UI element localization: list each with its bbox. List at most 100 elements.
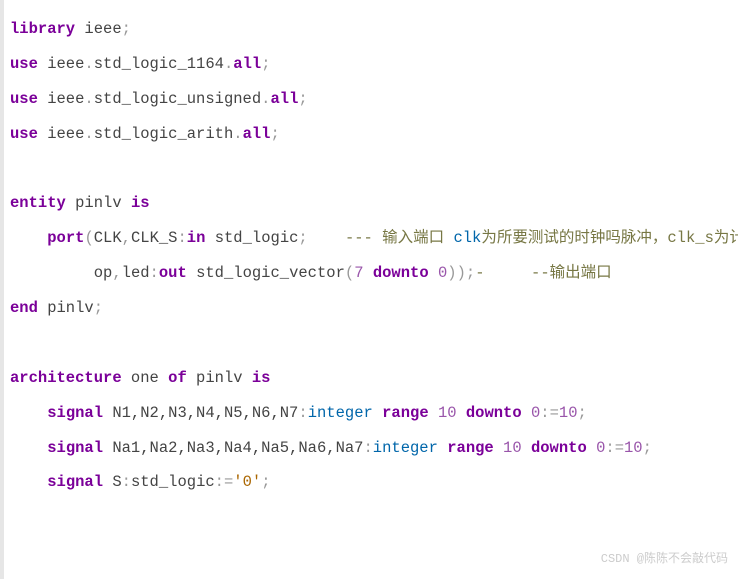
identifier: ieee (38, 55, 85, 73)
comment-ref: clk_s (667, 229, 714, 247)
keyword-all: all (243, 125, 271, 143)
blank-line (10, 152, 728, 187)
number: 0 (596, 439, 605, 457)
keyword-signal: signal (47, 439, 103, 457)
keyword-of: of (168, 369, 187, 387)
identifier: ieee (38, 125, 85, 143)
semicolon: ; (298, 229, 345, 247)
code-line: signal S:std_logic:='0'; (10, 465, 728, 500)
keyword-use: use (10, 125, 38, 143)
type: std_logic (131, 473, 215, 491)
keyword-in: in (187, 229, 206, 247)
dot: . (224, 55, 233, 73)
comment-text: 输出端口 (550, 264, 612, 282)
keyword-downto: downto (522, 439, 596, 457)
code-block: library ieee; use ieee.std_logic_1164.al… (10, 12, 728, 500)
colon: : (150, 264, 159, 282)
keyword-downto: downto (457, 404, 531, 422)
number: 0 (531, 404, 540, 422)
csdn-watermark: CSDN @陈陈不会敲代码 (601, 546, 728, 573)
identifier: std_logic_vector (187, 264, 345, 282)
dot: . (84, 125, 93, 143)
colon: : (177, 229, 186, 247)
dot: . (84, 55, 93, 73)
semicolon: ; (94, 299, 103, 317)
identifier: ieee (75, 20, 122, 38)
keyword-use: use (10, 55, 38, 73)
code-line: library ieee; (10, 12, 728, 47)
assign: := (540, 404, 559, 422)
number: 7 (354, 264, 363, 282)
code-line: op,led:out std_logic_vector(7 downto 0))… (10, 256, 728, 291)
identifier: std_logic_unsigned (94, 90, 261, 108)
semicolon: ; (261, 473, 270, 491)
code-line: use ieee.std_logic_unsigned.all; (10, 82, 728, 117)
indent (10, 264, 94, 282)
semicolon: ; (643, 439, 652, 457)
keyword-signal: signal (47, 404, 103, 422)
colon: : (122, 473, 131, 491)
code-line: use ieee.std_logic_arith.all; (10, 117, 728, 152)
identifier: CLK (94, 229, 122, 247)
keyword-range: range (373, 404, 438, 422)
identifier: one (122, 369, 169, 387)
semicolon: ; (466, 264, 475, 282)
comment-dash: - (475, 264, 484, 282)
keyword-is: is (131, 194, 150, 212)
code-line: architecture one of pinlv is (10, 361, 728, 396)
identifier: S (103, 473, 122, 491)
indent (10, 473, 47, 491)
comma: , (112, 264, 121, 282)
keyword-all: all (270, 90, 298, 108)
number: 10 (559, 404, 578, 422)
comment-dash: --- (345, 229, 373, 247)
colon: : (298, 404, 307, 422)
assign: := (215, 473, 234, 491)
semicolon: ; (578, 404, 587, 422)
code-line: use ieee.std_logic_1164.all; (10, 47, 728, 82)
identifier: pinlv (66, 194, 131, 212)
keyword-downto: downto (364, 264, 438, 282)
type: integer (373, 439, 438, 457)
comment-text: 输入端口 (373, 229, 454, 247)
comment-ref: clk (453, 229, 481, 247)
code-line: end pinlv; (10, 291, 728, 326)
identifier: Na1,Na2,Na3,Na4,Na5,Na6,Na7 (103, 439, 363, 457)
comment-dash: -- (531, 264, 550, 282)
number: 10 (503, 439, 522, 457)
keyword-is: is (252, 369, 271, 387)
semicolon: ; (261, 55, 270, 73)
semicolon: ; (298, 90, 307, 108)
number: 10 (624, 439, 643, 457)
indent (10, 439, 47, 457)
keyword-entity: entity (10, 194, 66, 212)
paren-close: )) (447, 264, 466, 282)
comment-text: 为计时时钟 (714, 229, 738, 247)
number: 0 (438, 264, 447, 282)
code-line: port(CLK,CLK_S:in std_logic; --- 输入端口 cl… (10, 221, 728, 256)
identifier: ieee (38, 90, 85, 108)
semicolon: ; (270, 125, 279, 143)
space (485, 264, 532, 282)
keyword-all: all (233, 55, 261, 73)
paren-open: ( (345, 264, 354, 282)
type: integer (308, 404, 373, 422)
keyword-range: range (438, 439, 503, 457)
identifier: op (94, 264, 113, 282)
keyword-use: use (10, 90, 38, 108)
number: 10 (438, 404, 457, 422)
identifier: std_logic (205, 229, 298, 247)
keyword-out: out (159, 264, 187, 282)
blank-line (10, 326, 728, 361)
comma: , (122, 229, 131, 247)
keyword-architecture: architecture (10, 369, 122, 387)
dot: . (84, 90, 93, 108)
identifier: pinlv (38, 299, 94, 317)
identifier: std_logic_arith (94, 125, 234, 143)
identifier: N1,N2,N3,N4,N5,N6,N7 (103, 404, 298, 422)
literal: '0' (233, 473, 261, 491)
identifier: pinlv (187, 369, 252, 387)
assign: := (605, 439, 624, 457)
identifier: CLK_S (131, 229, 178, 247)
code-line: signal Na1,Na2,Na3,Na4,Na5,Na6,Na7:integ… (10, 431, 728, 466)
